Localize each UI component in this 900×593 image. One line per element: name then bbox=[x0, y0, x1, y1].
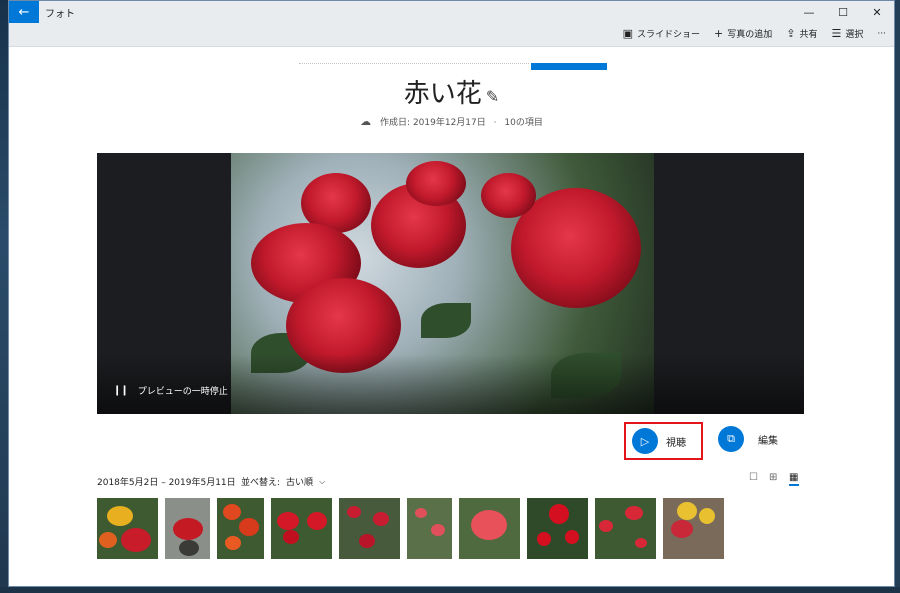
photo-thumbnail-strip bbox=[97, 498, 724, 559]
play-icon: ▷ bbox=[632, 428, 658, 454]
close-button[interactable]: ✕ bbox=[860, 1, 894, 23]
created-date: 作成日: 2019年12月17日 bbox=[380, 118, 486, 128]
photo-thumbnail[interactable] bbox=[339, 498, 400, 559]
desktop-background-bottom bbox=[0, 587, 900, 593]
date-range: 2018年5月2日 – 2019年5月11日 bbox=[97, 478, 236, 488]
share-label: 共有 bbox=[799, 30, 818, 40]
pause-preview-button[interactable]: ❙❙ プレビューの一時停止 bbox=[113, 384, 228, 397]
select-button[interactable]: ☰ 選択 bbox=[832, 27, 864, 40]
slideshow-button[interactable]: ▣ スライドショー bbox=[623, 27, 700, 40]
edit-video-icon: ⧉ bbox=[718, 426, 744, 452]
photos-window: ← フォト — ☐ ✕ ▣ スライドショー + 写真の追加 ⇪ 共有 ☰ 選択 … bbox=[8, 0, 895, 587]
command-bar: ▣ スライドショー + 写真の追加 ⇪ 共有 ☰ 選択 ··· bbox=[9, 23, 894, 70]
album-preview-player[interactable]: ❙❙ プレビューの一時停止 bbox=[97, 153, 804, 414]
pause-preview-label: プレビューの一時停止 bbox=[137, 387, 228, 397]
more-options-button[interactable]: ··· bbox=[877, 29, 886, 39]
edit-video-button[interactable]: ⧉ 編集 bbox=[718, 426, 778, 452]
photo-thumbnail[interactable] bbox=[527, 498, 588, 559]
photo-thumbnail[interactable] bbox=[459, 498, 520, 559]
title-bar: ← フォト — ☐ ✕ bbox=[9, 1, 894, 23]
plus-icon: + bbox=[714, 27, 724, 40]
add-photos-button[interactable]: + 写真の追加 bbox=[714, 27, 772, 40]
hidden-banner-button bbox=[531, 63, 607, 70]
meta-separator: · bbox=[493, 118, 497, 128]
edit-title-pencil-icon[interactable]: ✎ bbox=[486, 87, 499, 106]
share-button[interactable]: ⇪ 共有 bbox=[786, 27, 817, 40]
select-label: 選択 bbox=[845, 30, 864, 40]
photo-thumbnail[interactable] bbox=[407, 498, 452, 559]
watch-button[interactable]: ▷ 視聴 bbox=[624, 422, 703, 460]
album-title-text[interactable]: 赤い花 bbox=[404, 79, 482, 109]
back-arrow-icon: ← bbox=[18, 4, 30, 20]
edit-label: 編集 bbox=[758, 435, 778, 447]
photo-thumbnail[interactable] bbox=[165, 498, 210, 559]
medium-view-icon[interactable]: ⊞ bbox=[769, 473, 779, 483]
view-size-toggles: ☐ ⊞ ▦ bbox=[749, 473, 799, 486]
large-view-icon[interactable]: ☐ bbox=[749, 473, 759, 483]
small-view-icon[interactable]: ▦ bbox=[789, 473, 799, 486]
maximize-button[interactable]: ☐ bbox=[826, 1, 860, 23]
photo-thumbnail[interactable] bbox=[271, 498, 332, 559]
photo-thumbnail[interactable] bbox=[663, 498, 724, 559]
cloud-sync-icon: ☁ bbox=[360, 115, 372, 128]
window-controls: — ☐ ✕ bbox=[792, 1, 894, 23]
add-photos-label: 写真の追加 bbox=[727, 30, 773, 40]
pause-icon: ❙❙ bbox=[113, 385, 129, 396]
slideshow-label: スライドショー bbox=[637, 30, 701, 40]
sort-value: 古い順 bbox=[286, 478, 314, 488]
back-button[interactable]: ← bbox=[9, 1, 39, 23]
toolbar-actions: ▣ スライドショー + 写真の追加 ⇪ 共有 ☰ 選択 ··· bbox=[623, 27, 886, 40]
album-title: 赤い花 ✎ bbox=[9, 73, 894, 110]
app-title: フォト bbox=[45, 9, 75, 20]
chevron-down-icon: ⌵ bbox=[319, 476, 326, 486]
sort-dropdown[interactable]: 並べ替え: 古い順 ⌵ bbox=[241, 475, 326, 489]
sort-label: 並べ替え: bbox=[241, 478, 281, 488]
slideshow-icon: ▣ bbox=[622, 27, 634, 40]
hidden-banner-text bbox=[299, 63, 529, 69]
more-icon: ··· bbox=[877, 28, 886, 39]
album-meta: ☁ 作成日: 2019年12月17日 · 10の項目 bbox=[9, 115, 894, 128]
photo-thumbnail[interactable] bbox=[217, 498, 264, 559]
select-list-icon: ☰ bbox=[831, 27, 842, 40]
watch-label: 視聴 bbox=[666, 437, 686, 449]
photo-thumbnail[interactable] bbox=[595, 498, 656, 559]
item-count: 10の項目 bbox=[504, 118, 543, 128]
minimize-button[interactable]: — bbox=[792, 1, 826, 23]
desktop-background bbox=[0, 0, 8, 593]
photo-thumbnail[interactable] bbox=[97, 498, 158, 559]
share-icon: ⇪ bbox=[786, 27, 796, 40]
